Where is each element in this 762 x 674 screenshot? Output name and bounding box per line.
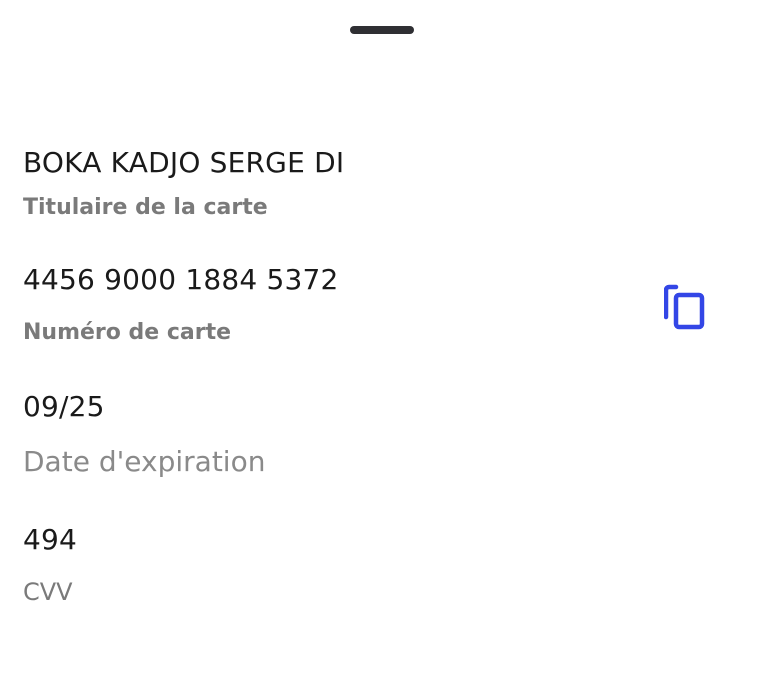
copy-icon <box>664 284 705 330</box>
card-holder-label: Titulaire de la carte <box>23 195 268 220</box>
card-number-label: Numéro de carte <box>23 320 232 345</box>
expiry-value: 09/25 <box>23 390 105 423</box>
card-details-sheet: BOKA KADJO SERGE DI Titulaire de la cart… <box>0 0 762 674</box>
card-holder-value: BOKA KADJO SERGE DI <box>23 146 345 179</box>
cvv-value: 494 <box>23 523 78 556</box>
card-number-value: 4456 9000 1884 5372 <box>23 263 339 296</box>
copy-card-number-button[interactable] <box>660 280 712 334</box>
drag-handle[interactable] <box>350 26 414 34</box>
expiry-label: Date d'expiration <box>23 445 266 478</box>
cvv-label: CVV <box>23 578 73 606</box>
